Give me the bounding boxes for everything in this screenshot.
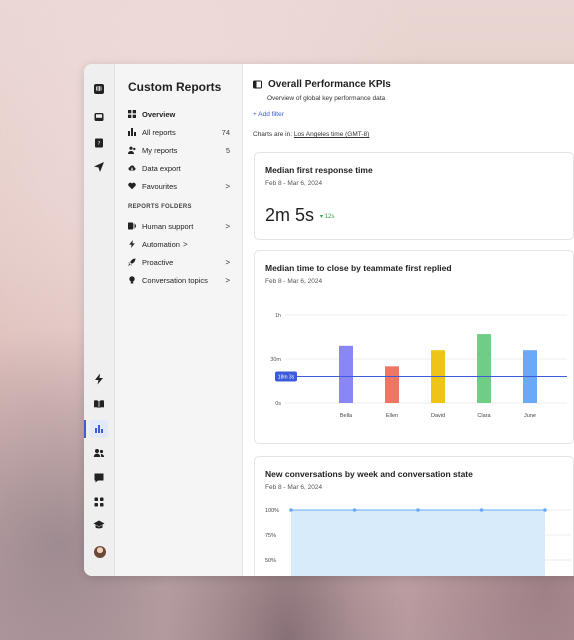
bar-chart-icon xyxy=(128,128,137,136)
x-tick-label: David xyxy=(431,413,445,419)
card-new-conversations[interactable]: New conversations by week and conversati… xyxy=(254,456,574,576)
timezone-link[interactable]: Los Angeles time (GMT-8) xyxy=(294,131,370,138)
sidebar-toggle-icon[interactable] xyxy=(253,80,262,89)
chevron-right-icon: > xyxy=(225,275,230,285)
page-title: Overall Performance KPIs xyxy=(253,79,391,90)
y-tick-label: 30m xyxy=(270,357,281,363)
timezone-prefix: Charts are in: xyxy=(253,131,294,138)
card-title: Median first response time xyxy=(265,165,373,175)
metric-value: 2m 5s xyxy=(265,205,315,225)
y-tick-label: 100% xyxy=(265,508,279,514)
sidebar-folder-automation[interactable]: Automation > xyxy=(128,237,188,251)
reports-icon[interactable] xyxy=(84,420,108,438)
bar xyxy=(477,334,491,403)
folders-heading: REPORTS FOLDERS xyxy=(128,204,192,210)
page-subtitle: Overview of global key performance data xyxy=(267,95,386,102)
sidebar-item-label: Proactive xyxy=(142,257,174,267)
sidebar-item-label: Data export xyxy=(142,163,181,173)
bolt-icon xyxy=(128,240,137,248)
count-badge: 74 xyxy=(221,127,230,137)
send-icon[interactable] xyxy=(90,158,108,176)
bulb-icon xyxy=(128,276,137,284)
x-tick-label: Ellen xyxy=(386,413,398,419)
apps-icon[interactable] xyxy=(90,493,108,511)
sidebar-item-label: Conversation topics xyxy=(142,275,208,285)
delta-badge: ▾ 12s xyxy=(320,214,335,220)
sidebar-item-my-reports[interactable]: My reports 5 xyxy=(128,143,230,157)
bar-chart: 1h 30m 0s Bella Ellen David Clara June 18m 3s xyxy=(270,313,567,419)
sidebar-item-favourites[interactable]: Favourites > xyxy=(128,179,230,193)
sidebar-item-label: Favourites xyxy=(142,181,178,191)
sidebar-item-label: All reports xyxy=(142,127,176,137)
bolt-icon[interactable] xyxy=(90,370,108,388)
x-tick-label: Clara xyxy=(477,413,491,419)
bar xyxy=(339,345,353,403)
svg-text:?: ? xyxy=(98,141,101,147)
sidebar-title: Custom Reports xyxy=(128,80,222,94)
sidebar-item-label: My reports xyxy=(142,145,178,155)
timezone-note: Charts are in: Los Angeles time (GMT-8) xyxy=(253,131,369,138)
chat-icon[interactable] xyxy=(90,469,108,487)
y-tick-label: 75% xyxy=(265,533,276,539)
data-point xyxy=(479,508,484,512)
bar xyxy=(385,366,399,403)
icon-rail: ? xyxy=(84,64,115,576)
sidebar-item-label: Human support xyxy=(142,221,194,231)
book-icon[interactable]: ? xyxy=(90,134,108,152)
avatar[interactable] xyxy=(94,546,106,558)
inbox-icon[interactable] xyxy=(90,108,108,126)
people-icon xyxy=(128,222,137,230)
y-tick-label: 0s xyxy=(275,401,281,407)
sidebar-item-all-reports[interactable]: All reports 74 xyxy=(128,125,230,139)
y-tick-label: 1h xyxy=(275,313,281,319)
y-tick-label: 50% xyxy=(265,558,276,564)
area-fill xyxy=(291,510,545,576)
sidebar-folder-conversation-topics[interactable]: Conversation topics > xyxy=(128,273,230,287)
chevron-right-icon: > xyxy=(225,181,230,191)
users-icon xyxy=(128,146,137,154)
rocket-icon xyxy=(128,258,137,266)
data-point xyxy=(416,508,420,512)
academy-icon[interactable] xyxy=(90,516,108,534)
grid-icon xyxy=(128,110,137,118)
x-tick-label: Bella xyxy=(340,413,353,419)
card-date: Feb 8 - Mar 6, 2024 xyxy=(265,180,323,187)
sidebar-item-overview[interactable]: Overview xyxy=(128,107,230,121)
report-main: Overall Performance KPIs Overview of glo… xyxy=(243,64,574,576)
data-point xyxy=(289,508,293,512)
data-point xyxy=(352,508,357,512)
chevron-right-icon: > xyxy=(225,257,230,267)
sidebar-item-data-export[interactable]: Data export xyxy=(128,161,230,175)
sidebar-folder-human-support[interactable]: Human support > xyxy=(128,219,230,233)
reference-label: 18m 3s xyxy=(278,375,295,381)
data-point xyxy=(543,508,547,512)
app-window: ? Custom Reports Overview All reports 74… xyxy=(84,64,574,576)
count-badge: 5 xyxy=(225,145,230,155)
sidebar-item-label: Overview xyxy=(142,109,176,119)
contacts-icon[interactable] xyxy=(90,444,108,462)
logo-icon[interactable] xyxy=(90,80,108,98)
card-close-time[interactable]: Median time to close by teammate first r… xyxy=(254,250,574,444)
sidebar-folder-proactive[interactable]: Proactive > xyxy=(128,255,230,269)
chevron-right-icon: > xyxy=(182,239,188,249)
chevron-right-icon: > xyxy=(225,221,230,231)
sidebar-item-label: Automation xyxy=(142,239,180,249)
cloud-download-icon xyxy=(128,164,137,172)
reports-sidebar: Custom Reports Overview All reports 74 M… xyxy=(115,64,243,576)
heart-icon xyxy=(128,182,137,190)
x-tick-label: June xyxy=(524,413,536,419)
area-chart: 100% 75% 50% xyxy=(265,508,571,576)
page-title-text: Overall Performance KPIs xyxy=(268,79,391,90)
add-filter-button[interactable]: + Add filter xyxy=(253,111,284,118)
card-first-response[interactable]: Median first response time Feb 8 - Mar 6… xyxy=(254,152,574,240)
book-open-icon[interactable] xyxy=(90,395,108,413)
